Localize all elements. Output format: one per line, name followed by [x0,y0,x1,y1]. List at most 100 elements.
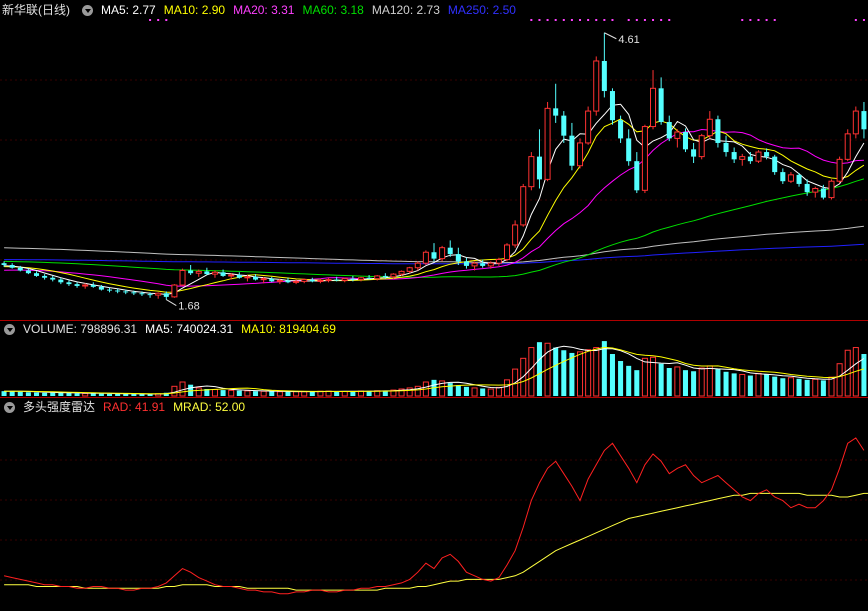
candle-body [463,261,469,266]
volume-bar [487,388,494,397]
chevron-down-icon[interactable] [82,4,93,16]
candle-body [609,91,615,121]
candle-body [634,161,640,191]
candle-body [325,279,332,282]
volume-label: VOLUME: 798896.31 [23,322,138,336]
candle-body [626,138,632,162]
volume-bar [609,354,615,396]
stock-title[interactable]: 新华联(日线) [2,1,70,19]
candle-body [131,292,137,294]
candle-body [195,270,202,274]
rad-label: RAD: 41.91 [103,400,166,414]
stock-chart[interactable]: 4.61 1.68 [0,0,868,611]
volume-bar [66,393,72,396]
volume-bar [577,351,584,397]
candle-body [58,279,64,283]
candle-body [780,172,786,182]
signal-dot [741,19,744,21]
volume-bar [74,393,80,396]
candle-body [98,286,104,290]
volume-bar [755,372,762,397]
candle-body [480,263,486,266]
candle-body [276,279,283,282]
candle-body [374,275,381,280]
ma10-label: MA10: 2.90 [163,3,226,17]
candle-body [398,270,405,275]
volume-bar [820,380,826,396]
signal-dot [570,19,573,21]
volume-bar [796,378,802,396]
candle-body [220,272,226,276]
signal-dot [749,19,752,21]
candle-body [471,262,478,267]
candle-body [764,152,770,157]
signal-dot [579,19,582,21]
candle-body [723,142,729,153]
candle-body [9,264,15,268]
volume-header: VOLUME: 798896.31 MA5: 740024.31 MA10: 8… [0,320,336,338]
candle-body [211,271,218,275]
candle-body [836,158,843,182]
volume-bar [706,365,713,397]
volume-ma10-label: MA10: 819404.69 [241,322,336,336]
indicator-name[interactable]: 多头强度雷达 [23,398,95,416]
ma10-line [4,118,865,293]
low-pointer [166,299,177,307]
candle-body [228,274,235,277]
volume-bar [836,363,843,397]
volume-bar [17,391,23,396]
candle-body [106,289,113,291]
candle-body [74,284,80,286]
mrad-label: MRAD: 52.00 [173,400,246,414]
candle-body [33,273,40,276]
candle-body [382,275,388,277]
ma60-label: MA60: 3.18 [302,3,364,17]
candle-body [569,135,575,166]
high-pointer [604,32,617,40]
signal-markers [149,19,865,21]
candle-body [691,149,697,157]
candle-body [25,270,31,274]
candle-body [147,294,153,296]
candle-body [447,247,453,255]
volume-bar [828,376,835,397]
candle-body [553,108,559,116]
candle-body [66,282,72,285]
candle-body [650,87,657,128]
candle-body [585,110,592,144]
volume-bar [293,391,300,397]
candle-body [593,60,600,112]
candle-body [544,107,551,180]
candle-body [495,259,502,264]
candle-body [317,279,324,282]
volume-bar [455,385,461,396]
chevron-down-icon[interactable] [4,323,15,335]
signal-dot [165,19,168,21]
volume-bar [495,386,502,397]
volume-bar [698,367,705,397]
candle-body [503,244,511,261]
volume-bar [131,394,137,396]
candle-body [171,284,178,298]
volume-bar [585,349,592,397]
candle-body [512,224,519,246]
candle-body [487,262,494,267]
volume-bar [414,385,421,397]
signal-dot [587,19,590,21]
chevron-down-icon[interactable] [4,401,15,413]
candle-body [755,151,762,162]
candle-body [244,276,251,279]
candle-body [666,122,672,139]
candle-body [698,135,705,158]
candle-body [682,132,688,150]
volume-bar [503,379,511,397]
rad-line [3,437,865,595]
volume-bar [626,365,632,396]
candle-body [253,276,259,280]
moving-average-lines [4,103,865,296]
candle-body [787,174,794,182]
candle-body [455,254,461,262]
volume-bar [33,392,40,396]
volume-bar [691,371,697,396]
volume-bar [471,387,478,397]
